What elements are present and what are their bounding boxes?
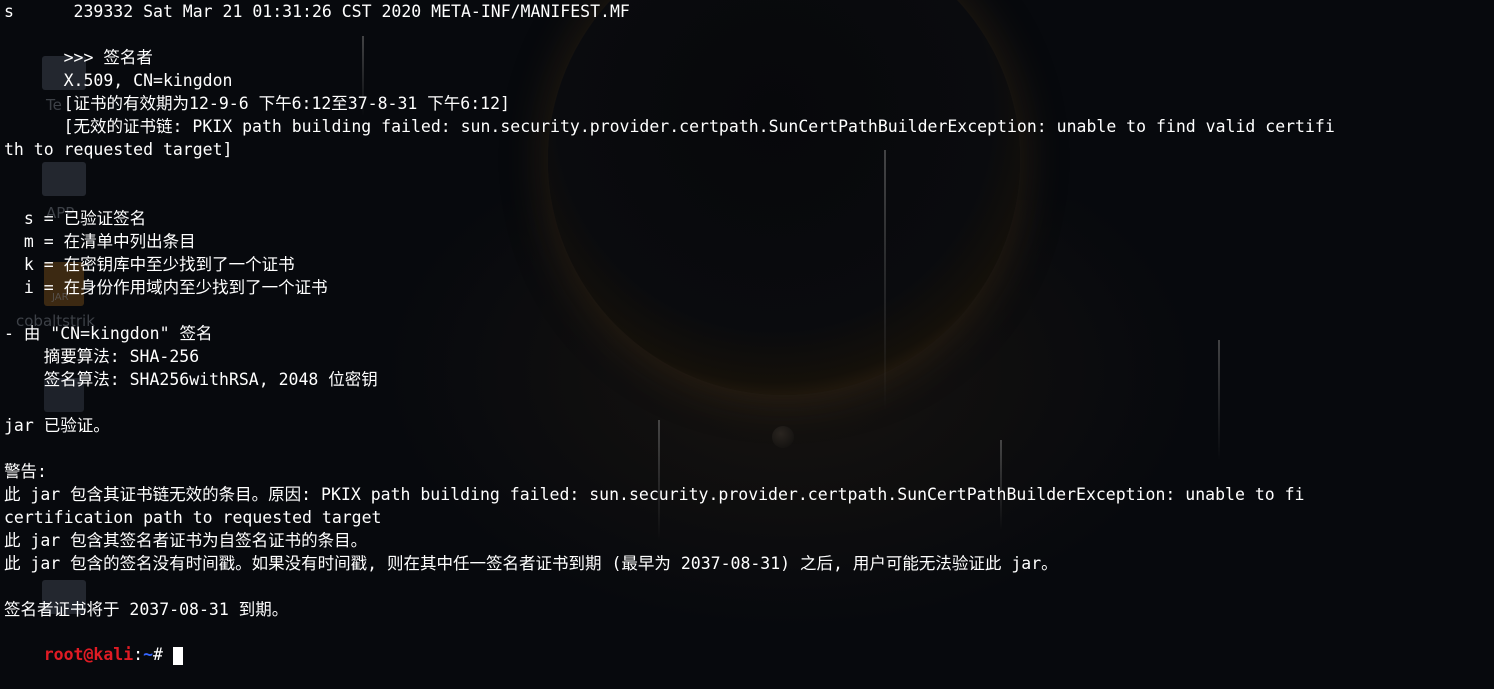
- terminal-line: - 由 "CN=kingdon" 签名: [4, 324, 213, 343]
- terminal-line: m = 在清单中列出条目: [4, 232, 196, 251]
- terminal-line: >>> 签名者: [4, 48, 153, 67]
- terminal-line: s 239332 Sat Mar 21 01:31:26 CST 2020 ME…: [4, 2, 630, 21]
- terminal-line: k = 在密钥库中至少找到了一个证书: [4, 255, 295, 274]
- terminal-line: jar 已验证。: [4, 416, 110, 435]
- terminal-line: 警告:: [4, 462, 47, 481]
- terminal-line: s = 已验证签名: [4, 209, 147, 228]
- terminal-line: 签名算法: SHA256withRSA, 2048 位密钥: [4, 370, 378, 389]
- text-cursor: [172, 646, 183, 665]
- terminal-line: 此 jar 包含其签名者证书为自签名证书的条目。: [4, 531, 368, 550]
- terminal-line: 此 jar 包含的签名没有时间戳。如果没有时间戳, 则在其中任一签名者证书到期 …: [4, 554, 1058, 573]
- shell-prompt[interactable]: root@kali:~#: [4, 620, 183, 665]
- prompt-user-host: root@kali: [43, 645, 134, 664]
- terminal-line: certification path to requested target: [4, 508, 382, 527]
- terminal-window[interactable]: s 239332 Sat Mar 21 01:31:26 CST 2020 ME…: [0, 0, 1494, 665]
- prompt-path: ~: [143, 645, 154, 664]
- terminal-line: th to requested target]: [4, 140, 233, 159]
- terminal-line: 摘要算法: SHA-256: [4, 347, 200, 366]
- prompt-symbol: #: [153, 645, 173, 664]
- prompt-separator: :: [133, 645, 144, 664]
- terminal-line: i = 在身份作用域内至少找到了一个证书: [4, 278, 328, 297]
- terminal-line: 签名者证书将于 2037-08-31 到期。: [4, 600, 289, 619]
- terminal-line: 此 jar 包含其证书链无效的条目。原因: PKIX path building…: [4, 485, 1305, 504]
- terminal-line: [无效的证书链: PKIX path building failed: sun.…: [4, 117, 1335, 136]
- terminal-line: [证书的有效期为12-9-6 下午6:12至37-8-31 下午6:12]: [4, 94, 510, 113]
- terminal-line: X.509, CN=kingdon: [4, 71, 233, 90]
